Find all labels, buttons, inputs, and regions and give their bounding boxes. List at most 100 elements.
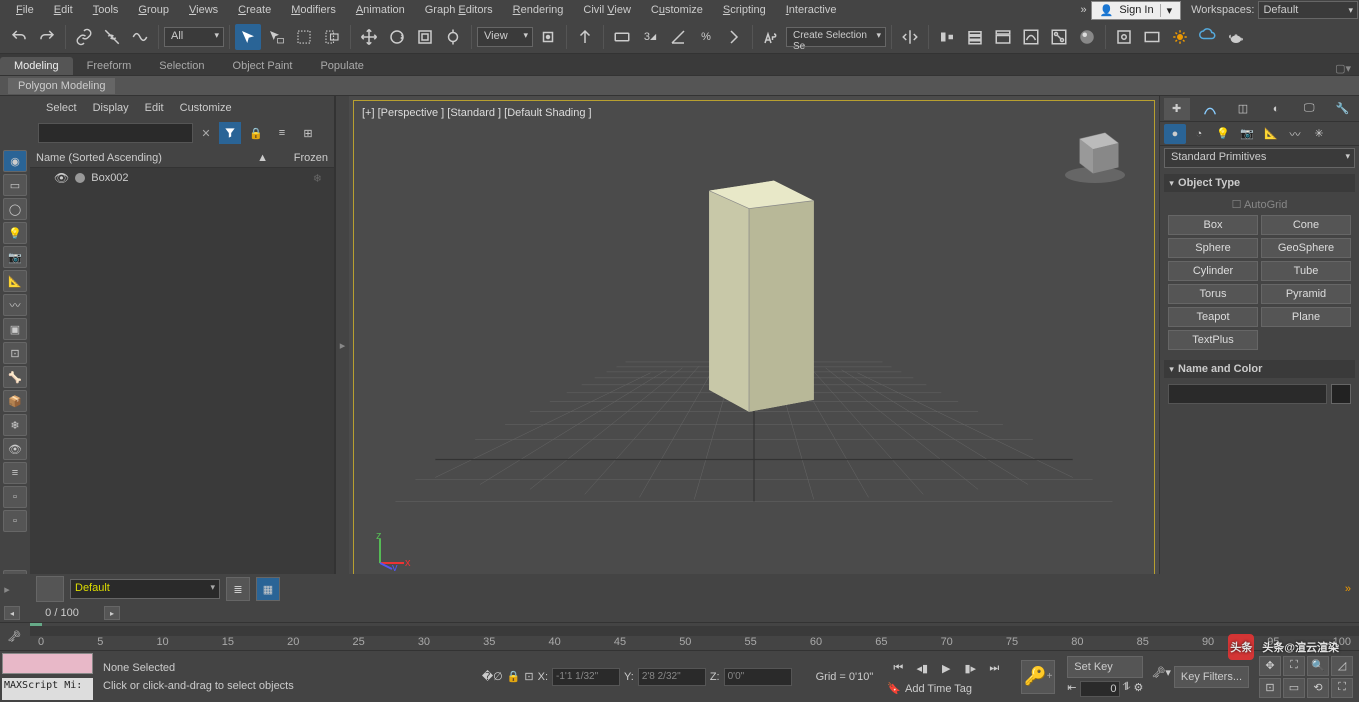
filter-spacewarps-icon[interactable]: 〰	[3, 294, 27, 316]
angle-snap-button[interactable]	[665, 24, 691, 50]
layer-explorer-button[interactable]	[962, 24, 988, 50]
trackbar-collapse-icon[interactable]: ▸	[0, 575, 14, 603]
shapes-icon[interactable]: ◔	[1188, 124, 1210, 144]
frozen-icon[interactable]: ❄	[313, 172, 328, 185]
prim-geosphere-button[interactable]: GeoSphere	[1261, 238, 1351, 258]
utilities-tab[interactable]: 🔧	[1329, 98, 1355, 120]
filter-frozen-icon[interactable]: ❄	[3, 414, 27, 436]
set-key-button[interactable]: Set Key	[1067, 656, 1143, 678]
snap-button[interactable]: 3◢	[637, 24, 663, 50]
menu-customize[interactable]: Customize	[641, 2, 713, 18]
workspaces-dropdown[interactable]	[1258, 1, 1358, 19]
keyboard-shortcut-button[interactable]	[609, 24, 635, 50]
menu-modifiers[interactable]: Modifiers	[281, 2, 346, 18]
prim-teapot-button[interactable]: Teapot	[1168, 307, 1258, 327]
filter-misc1-icon[interactable]: ▫	[3, 486, 27, 508]
prim-tube-button[interactable]: Tube	[1261, 261, 1351, 281]
chevron-down-icon[interactable]: ▾	[1348, 5, 1353, 16]
named-selection-dropdown[interactable]: Create Selection Se	[786, 27, 886, 47]
prim-cylinder-button[interactable]: Cylinder	[1168, 261, 1258, 281]
viewcube[interactable]	[1060, 119, 1130, 189]
add-time-tag[interactable]: Add Time Tag	[905, 683, 972, 695]
select-object-button[interactable]	[235, 24, 261, 50]
modify-tab[interactable]	[1197, 98, 1223, 120]
ribbon-tab-modeling[interactable]: Modeling	[0, 57, 73, 75]
teapot-button[interactable]	[1223, 24, 1249, 50]
z-coord-input[interactable]	[724, 668, 792, 686]
prim-sphere-button[interactable]: Sphere	[1168, 238, 1258, 258]
view-list-icon[interactable]: ≡	[271, 122, 293, 144]
filter-shapes-icon[interactable]: ◯	[3, 198, 27, 220]
column-frozen[interactable]: Frozen	[268, 152, 328, 164]
time-config-icon[interactable]: ⚙	[1134, 681, 1144, 697]
hierarchy-tab[interactable]: ◫	[1230, 98, 1256, 120]
scale-button[interactable]	[412, 24, 438, 50]
redo-button[interactable]	[34, 24, 60, 50]
scroll-right-button[interactable]: ▸	[104, 606, 120, 620]
unlink-button[interactable]	[99, 24, 125, 50]
material-editor-button[interactable]	[1074, 24, 1100, 50]
spinner-icon[interactable]: ⥮	[1123, 681, 1131, 697]
menu-edit[interactable]: Edit	[44, 2, 83, 18]
autogrid-checkbox[interactable]: ☐ AutoGrid	[1168, 198, 1351, 211]
filter-xrefs-icon[interactable]: ⊡	[3, 342, 27, 364]
menu-animation[interactable]: Animation	[346, 2, 415, 18]
filter-cameras-icon[interactable]: 📷	[3, 246, 27, 268]
timeline[interactable]: 🗝 05101520253035404550556065707580859095…	[0, 622, 1359, 650]
bind-space-warp-button[interactable]	[127, 24, 153, 50]
manipulate-button[interactable]	[572, 24, 598, 50]
filter-lights-icon[interactable]: 💡	[3, 222, 27, 244]
view-tree-icon[interactable]: ⊞	[297, 122, 319, 144]
visibility-icon[interactable]: 👁	[54, 171, 69, 185]
next-frame-button[interactable]: ▮▸	[959, 658, 981, 678]
signin-button[interactable]: 👤 Sign In ▾	[1091, 1, 1181, 20]
explorer-menu-edit[interactable]: Edit	[145, 102, 164, 114]
motion-tab[interactable]: ◐	[1263, 98, 1289, 120]
geometry-icon[interactable]: ●	[1164, 124, 1186, 144]
material-assign-button[interactable]: ▦	[256, 577, 280, 601]
filter-all-icon[interactable]: ◉	[3, 150, 27, 172]
orbit-button[interactable]: ⟲	[1307, 678, 1329, 698]
x-coord-input[interactable]	[552, 668, 620, 686]
mirror-button[interactable]	[897, 24, 923, 50]
material-slot[interactable]	[36, 576, 64, 602]
macro-recorder[interactable]	[2, 653, 93, 674]
menu-file[interactable]: File	[6, 2, 44, 18]
timetag-icon[interactable]: 🔖	[887, 682, 901, 695]
render-online-button[interactable]	[1195, 24, 1221, 50]
scroll-left-button[interactable]: ◂	[4, 606, 20, 620]
rollout-name-color[interactable]: Name and Color	[1164, 360, 1355, 378]
object-name-input[interactable]	[1168, 384, 1327, 404]
ribbon-tab-populate[interactable]: Populate	[306, 57, 377, 75]
maxscript-listener[interactable]: MAXScript Mi:	[2, 678, 93, 701]
lights-icon[interactable]: 💡	[1212, 124, 1234, 144]
schematic-view-button[interactable]	[1046, 24, 1072, 50]
play-button[interactable]: ▶	[935, 658, 957, 678]
curve-editor-button[interactable]	[1018, 24, 1044, 50]
filter-layer-icon[interactable]: ≡	[3, 462, 27, 484]
key-mode-icon[interactable]: 🗝	[4, 627, 24, 645]
menu-create[interactable]: Create	[228, 2, 281, 18]
maximize-viewport-button[interactable]: ⛶	[1331, 678, 1353, 698]
cameras-icon[interactable]: 📷	[1236, 124, 1258, 144]
spinner-snap-button[interactable]	[721, 24, 747, 50]
filter-misc2-icon[interactable]: ▫	[3, 510, 27, 532]
explorer-menu-customize[interactable]: Customize	[180, 102, 232, 114]
helpers-icon[interactable]: 📐	[1260, 124, 1282, 144]
menu-grapheditors[interactable]: Graph Editors	[415, 2, 503, 18]
menu-group[interactable]: Group	[128, 2, 179, 18]
isolate-icon[interactable]: 🔒	[507, 670, 521, 683]
link-button[interactable]	[71, 24, 97, 50]
ribbon-flyout-icon[interactable]: ▢▾	[1327, 62, 1359, 75]
selection-filter-dropdown[interactable]: All	[164, 27, 224, 47]
render-setup-button[interactable]	[1111, 24, 1137, 50]
trackbar-overflow-icon[interactable]: »	[1345, 583, 1359, 595]
edit-named-sel-button[interactable]	[758, 24, 784, 50]
pivot-button[interactable]	[535, 24, 561, 50]
ref-coord-dropdown[interactable]: View	[477, 27, 533, 47]
menu-scripting[interactable]: Scripting	[713, 2, 776, 18]
filter-bone-icon[interactable]: 🦴	[3, 366, 27, 388]
goto-end-button[interactable]: ⏭	[983, 658, 1005, 678]
prim-box-button[interactable]: Box	[1168, 215, 1258, 235]
zoom-all-button[interactable]: ⊡	[1259, 678, 1281, 698]
